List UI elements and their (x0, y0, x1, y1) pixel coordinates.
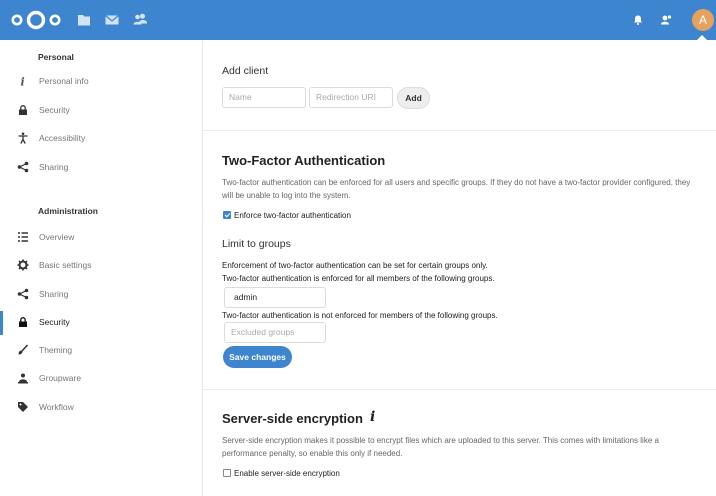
tag-icon (18, 402, 28, 412)
section-divider (204, 130, 716, 131)
sidebar-item-personal-security[interactable]: Security (0, 99, 202, 123)
redirection-uri-input[interactable]: Redirection URI (309, 87, 393, 108)
checkbox-checked[interactable] (223, 211, 231, 219)
contacts-menu-icon[interactable] (658, 12, 674, 28)
checkbox-label: Enforce two-factor authentication (234, 211, 351, 220)
sidebar-item-theming[interactable]: Theming (0, 339, 202, 363)
sidebar-item-label: Accessibility (39, 133, 86, 143)
limit-text-2: Two-factor authentication is enforced fo… (222, 274, 495, 283)
sidebar-item-label: Sharing (39, 162, 69, 172)
sidebar-heading-personal: Personal (38, 52, 74, 62)
svg-text:i: i (21, 76, 25, 88)
enable-encryption-checkbox[interactable]: Enable server-side encryption (223, 469, 340, 478)
notifications-icon[interactable] (630, 12, 646, 28)
description-line: performance penalty, so enable this only… (222, 448, 403, 458)
encryption-heading: Server-side encryption (222, 411, 363, 426)
enforce-2fa-checkbox[interactable]: Enforce two-factor authentication (223, 211, 351, 220)
info-icon[interactable]: i (370, 409, 375, 425)
sidebar-item-label: Groupware (39, 373, 82, 383)
sidebar-item-label: Theming (39, 345, 73, 355)
excluded-text: Two-factor authentication is not enforce… (222, 311, 498, 320)
sidebar-item-label: Sharing (39, 289, 69, 299)
save-changes-button[interactable]: Save changes (223, 346, 292, 368)
contacts-icon[interactable] (132, 12, 148, 28)
brush-icon (18, 344, 29, 355)
limit-groups-heading: Limit to groups (222, 238, 291, 250)
enforced-groups-input[interactable]: admin (224, 287, 326, 308)
nextcloud-logo[interactable] (11, 9, 61, 31)
menu-caret (697, 35, 707, 40)
sidebar-item-accessibility[interactable]: Accessibility (0, 127, 202, 151)
client-name-input[interactable]: Name (222, 87, 306, 108)
limit-text-1: Enforcement of two-factor authentication… (222, 261, 488, 270)
checkbox-unchecked[interactable] (223, 469, 231, 477)
settings-sidebar: Personal i Personal info Security Access… (0, 40, 203, 496)
share-icon (17, 288, 29, 300)
add-client-heading: Add client (222, 65, 269, 77)
files-icon[interactable] (76, 12, 92, 28)
sidebar-item-groupware[interactable]: Groupware (0, 367, 202, 391)
sidebar-item-overview[interactable]: Overview (0, 226, 202, 250)
checkbox-label: Enable server-side encryption (234, 469, 340, 478)
description-line: Server-side encryption makes it possible… (222, 436, 659, 445)
sidebar-item-personal-info[interactable]: i Personal info (0, 70, 202, 94)
sidebar-item-label: Security (39, 105, 70, 115)
encryption-description: Server-side encryption makes it possible… (222, 435, 712, 460)
groupware-icon (18, 373, 28, 384)
description-line: will be unable to log into the system. (222, 190, 351, 200)
sidebar-item-workflow[interactable]: Workflow (0, 396, 202, 420)
section-divider (204, 389, 716, 390)
sidebar-item-basic-settings[interactable]: Basic settings (0, 254, 202, 278)
user-avatar[interactable]: A (692, 9, 714, 31)
gear-icon (17, 259, 29, 271)
sidebar-item-label: Basic settings (39, 260, 92, 270)
group-tag[interactable]: admin (231, 290, 260, 305)
two-factor-description: Two-factor authentication can be enforce… (222, 177, 712, 202)
share-icon (17, 161, 29, 173)
mail-icon[interactable] (104, 12, 120, 28)
lock-icon (19, 105, 27, 115)
top-header: A (0, 0, 716, 40)
sidebar-item-admin-security[interactable]: Security (0, 311, 202, 335)
info-icon: i (21, 76, 25, 88)
sidebar-item-label: Workflow (39, 402, 74, 412)
list-icon (18, 232, 28, 242)
lock-icon (19, 317, 27, 327)
sidebar-item-label: Personal info (39, 76, 89, 86)
sidebar-item-label: Overview (39, 232, 75, 242)
two-factor-heading: Two-Factor Authentication (222, 153, 386, 168)
sidebar-item-personal-sharing[interactable]: Sharing (0, 156, 202, 180)
accessibility-icon (18, 132, 28, 144)
description-line: Two-factor authentication can be enforce… (222, 178, 691, 187)
sidebar-item-label: Security (39, 317, 70, 327)
add-client-button[interactable]: Add (397, 87, 430, 109)
excluded-groups-input[interactable]: Excluded groups (224, 322, 326, 343)
sidebar-heading-administration: Administration (38, 206, 98, 216)
sidebar-item-admin-sharing[interactable]: Sharing (0, 283, 202, 307)
